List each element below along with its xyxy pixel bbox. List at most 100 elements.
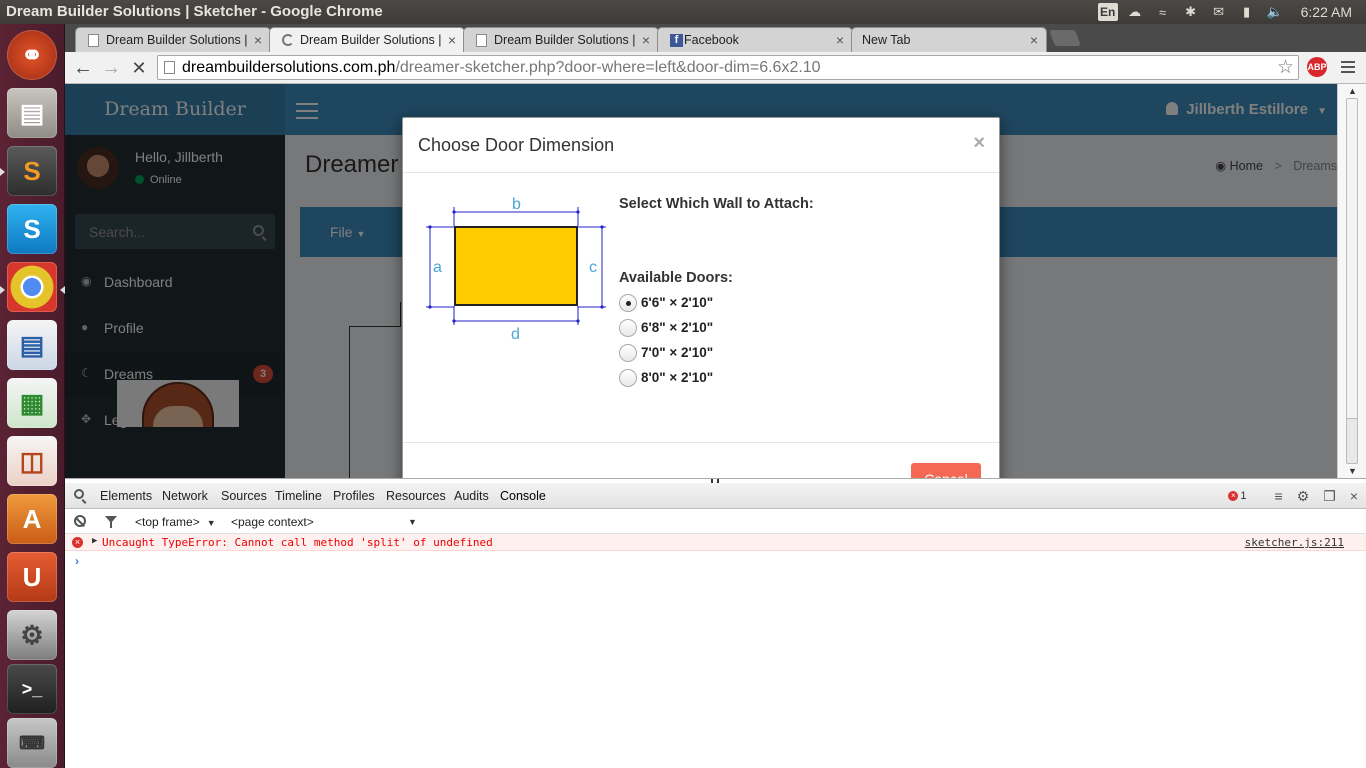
console-filterbar: <top frame> ▼ <page context> ▼	[65, 510, 1366, 534]
expand-triangle-icon[interactable]: ▶	[92, 536, 97, 546]
stop-icon[interactable]: ✕	[128, 57, 150, 79]
dock-side-icon[interactable]: ❐	[1323, 488, 1336, 505]
tab-resources[interactable]: Resources	[386, 489, 446, 503]
label-bottom: d	[511, 326, 520, 343]
mail-icon[interactable]: ✉	[1208, 3, 1230, 21]
close-icon[interactable]: ×	[836, 32, 844, 48]
address-bar[interactable]: dreambuildersolutions.com.ph/dreamer-ske…	[157, 55, 1299, 80]
files-icon[interactable]: ▤	[7, 88, 57, 138]
radio-button[interactable]	[619, 319, 637, 337]
battery-icon[interactable]: ▮	[1236, 3, 1258, 21]
context-select[interactable]: <page context>	[231, 515, 314, 529]
clear-console-icon[interactable]	[74, 515, 86, 527]
clock[interactable]: 6:22 AM	[1301, 4, 1352, 20]
facebook-icon: f	[670, 34, 683, 47]
tab-profiles[interactable]: Profiles	[333, 489, 375, 503]
radio-button-checked[interactable]	[619, 294, 637, 312]
radio-button[interactable]	[619, 344, 637, 362]
wall-select-label: Select Which Wall to Attach:	[619, 196, 814, 212]
libreoffice-writer-icon[interactable]: ▤	[7, 320, 57, 370]
error-icon: ×	[72, 537, 83, 548]
tab-audits[interactable]: Audits	[454, 489, 489, 503]
browser-tab[interactable]: f Facebook ×	[657, 27, 853, 52]
adblock-plus-icon[interactable]: ABP	[1307, 57, 1327, 77]
keyboard-icon[interactable]: ⌨	[7, 718, 57, 768]
chrome-icon[interactable]	[7, 262, 57, 312]
close-icon[interactable]: ×	[1350, 488, 1358, 504]
browser-tab[interactable]: New Tab ×	[851, 27, 1047, 52]
label-left: a	[433, 259, 442, 276]
loading-icon	[282, 34, 294, 46]
bluetooth-icon[interactable]: ✱	[1180, 3, 1202, 21]
close-icon[interactable]: ×	[642, 32, 650, 48]
tab-sources[interactable]: Sources	[221, 489, 267, 503]
tab-console[interactable]: Console	[500, 489, 546, 503]
tab-strip: Dream Builder Solutions | × Dream Builde…	[65, 24, 1366, 53]
new-tab-button[interactable]	[1049, 30, 1081, 46]
devtools-tabbar: Elements Network Sources Timeline Profil…	[65, 483, 1366, 509]
back-icon[interactable]: ←	[72, 57, 94, 79]
cancel-button[interactable]: Cancel	[911, 463, 981, 478]
drawer-toggle-icon[interactable]: ≡	[1275, 488, 1283, 504]
devtools-actions: × 1 ≡ ⚙ ❐ ×	[1228, 487, 1358, 505]
dropdown-arrow-icon[interactable]: ▼	[408, 517, 417, 527]
running-indicator	[0, 286, 5, 294]
tab-elements[interactable]: Elements	[100, 489, 152, 503]
door-option-label: 6'8" × 2'10"	[641, 320, 714, 335]
error-source-link[interactable]: sketcher.js:211	[1245, 536, 1344, 549]
label-top: b	[512, 197, 521, 213]
unity-launcher: ⚭ ▤ S S ▤ ▦ ◫ A U ⚙ >_ ⌨	[0, 24, 65, 768]
door-diagram: b a c d	[426, 197, 606, 343]
search-icon[interactable]	[74, 489, 84, 499]
modal-title: Choose Door Dimension	[418, 135, 615, 155]
browser-tab[interactable]: Dream Builder Solutions | ×	[75, 27, 271, 52]
sublime-text-icon[interactable]: S	[7, 146, 57, 196]
console-prompt[interactable]: ›	[75, 554, 79, 568]
close-icon[interactable]: ×	[973, 132, 985, 155]
software-center-icon[interactable]: A	[7, 494, 57, 544]
frame-select-value: <top frame>	[135, 515, 200, 529]
context-select-value: <page context>	[231, 515, 314, 529]
volume-icon[interactable]: 🔈	[1264, 3, 1286, 21]
tab-label: Facebook	[684, 33, 739, 47]
close-icon[interactable]: ×	[254, 32, 262, 48]
error-message: Uncaught TypeError: Cannot call method '…	[102, 536, 493, 549]
radio-button[interactable]	[619, 369, 637, 387]
scroll-up-icon[interactable]: ▲	[1338, 84, 1366, 98]
url-path: /dreamer-sketcher.php?door-where=left&do…	[395, 59, 821, 76]
page-icon	[164, 61, 175, 74]
system-tray: En ☁ ≈ ✱ ✉ ▮ 🔈 6:22 AM	[1095, 0, 1366, 24]
console-error-row[interactable]: × ▶ Uncaught TypeError: Cannot call meth…	[65, 534, 1366, 551]
page-viewport: Dream Builder Jillberth Estillore ▼ Hell…	[65, 84, 1337, 478]
wifi-icon[interactable]: ≈	[1152, 3, 1174, 21]
tab-label: Dream Builder Solutions |	[106, 33, 248, 47]
tab-timeline[interactable]: Timeline	[275, 489, 322, 503]
ubuntu-dash-icon[interactable]: ⚭	[7, 30, 57, 80]
modal-footer	[403, 442, 999, 443]
filter-icon[interactable]	[105, 516, 117, 528]
close-icon[interactable]: ×	[448, 32, 456, 48]
browser-tab-active[interactable]: Dream Builder Solutions | ×	[269, 27, 465, 53]
skype-icon[interactable]: S	[7, 204, 57, 254]
bookmark-star-icon[interactable]: ☆	[1277, 56, 1294, 79]
scroll-down-icon[interactable]: ▼	[1338, 464, 1366, 478]
dropbox-icon[interactable]: ☁	[1124, 3, 1146, 21]
libreoffice-calc-icon[interactable]: ▦	[7, 378, 57, 428]
libreoffice-impress-icon[interactable]: ◫	[7, 436, 57, 486]
frame-select[interactable]: <top frame> ▼	[135, 515, 216, 529]
page-scrollbar[interactable]: ▲ ▼	[1337, 84, 1366, 478]
modal-header: Choose Door Dimension ×	[403, 118, 999, 173]
close-icon[interactable]: ×	[1030, 32, 1038, 48]
terminal-icon[interactable]: >_	[7, 664, 57, 714]
chrome-menu-icon[interactable]	[1341, 61, 1355, 76]
system-settings-icon[interactable]: ⚙	[7, 610, 57, 660]
ubuntu-one-icon[interactable]: U	[7, 552, 57, 602]
scroll-track[interactable]	[1346, 98, 1358, 464]
tab-network[interactable]: Network	[162, 489, 208, 503]
keyboard-layout-indicator[interactable]: En	[1097, 3, 1118, 21]
forward-icon[interactable]: →	[100, 57, 122, 79]
browser-tab[interactable]: Dream Builder Solutions | ×	[463, 27, 659, 52]
error-counter[interactable]: × 1	[1228, 490, 1247, 502]
scroll-thumb[interactable]	[1347, 99, 1357, 419]
settings-gear-icon[interactable]: ⚙	[1297, 488, 1310, 505]
